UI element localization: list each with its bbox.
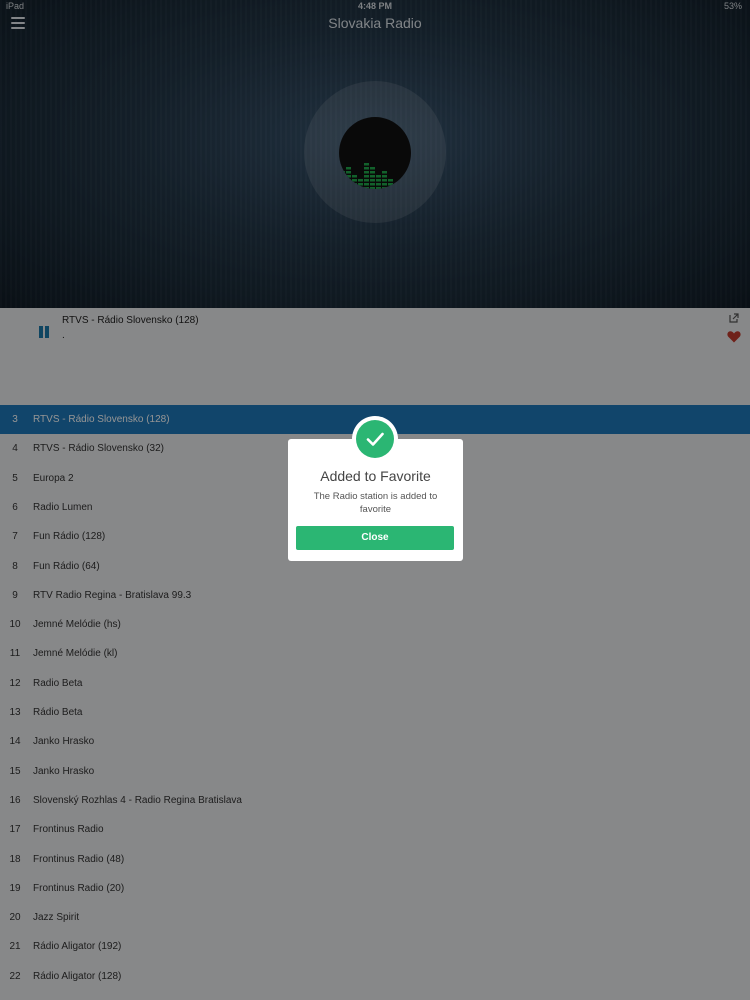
app-root: iPad 4:48 PM 53% Slovakia Radio RTVS - R… [0,0,750,1000]
dialog-check-badge [352,416,398,462]
close-button[interactable]: Close [296,526,454,550]
dialog-title: Added to Favorite [320,468,431,484]
checkmark-icon [366,432,384,446]
success-circle [356,420,394,458]
dialog-message: The Radio station is added to favorite [313,491,438,515]
